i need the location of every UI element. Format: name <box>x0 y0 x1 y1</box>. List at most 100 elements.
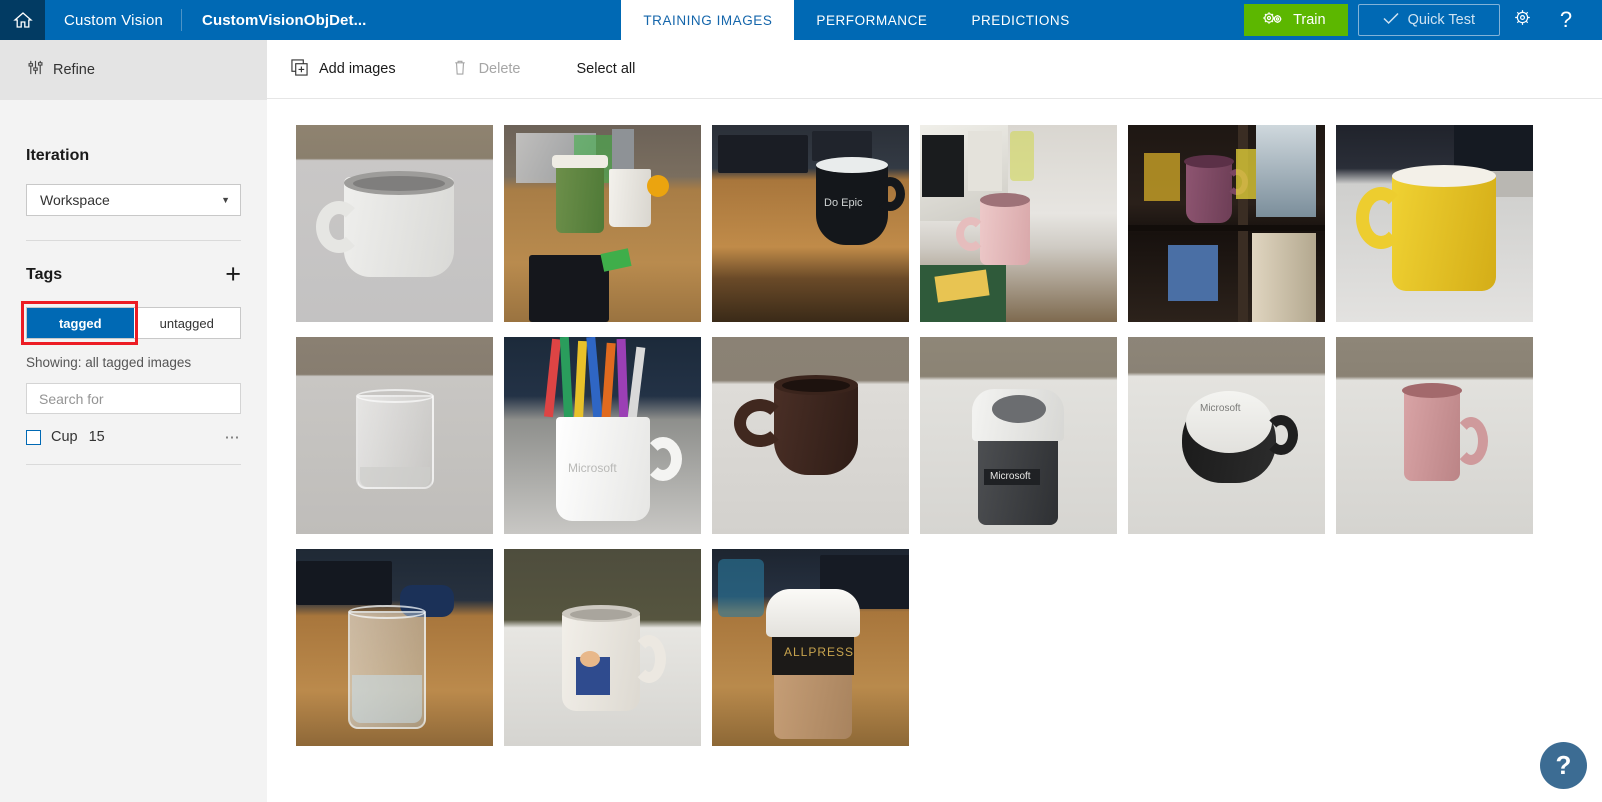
image-tile[interactable] <box>296 337 493 534</box>
yellow-bottle <box>1010 131 1034 181</box>
tag-search-input[interactable] <box>39 390 228 407</box>
image-tile[interactable] <box>1128 125 1325 322</box>
image-tile[interactable] <box>920 125 1117 322</box>
toggle-option-tagged[interactable]: tagged <box>27 308 134 338</box>
brown-mug <box>774 383 858 475</box>
mug-handle <box>1356 187 1406 249</box>
toy-figure <box>1144 153 1180 201</box>
chevron-down-icon: ▼ <box>221 195 230 205</box>
tag-search-box[interactable] <box>26 383 241 414</box>
mug-inner <box>570 609 632 620</box>
pencil <box>616 338 629 422</box>
image-tile[interactable]: Microsoft <box>504 337 701 534</box>
image-tile[interactable] <box>712 337 909 534</box>
trash-icon <box>452 59 468 80</box>
settings-button[interactable] <box>1500 0 1544 40</box>
toggle-option-untagged-label: untagged <box>159 315 214 331</box>
cartoon-head <box>580 651 600 667</box>
images-toolbar: Add images Delete Select all <box>267 40 1602 99</box>
mug-inner <box>782 379 850 392</box>
project-name-link[interactable]: CustomVisionObjDet... <box>182 0 386 40</box>
shelf-edge <box>1128 225 1325 231</box>
quick-test-button[interactable]: Quick Test <box>1357 4 1500 36</box>
main-content: Add images Delete Select all Do Epic Mic… <box>267 40 1602 802</box>
brand-link[interactable]: Custom Vision <box>45 0 181 40</box>
mug-handle <box>632 635 666 683</box>
toggle-option-untagged[interactable]: untagged <box>134 308 241 338</box>
mug-rim <box>816 157 888 173</box>
refine-header[interactable]: Refine <box>0 40 267 100</box>
home-button[interactable] <box>0 0 45 40</box>
tag-count-label: 15 <box>88 429 105 445</box>
image-tile[interactable] <box>296 125 493 322</box>
mug-logo-text: Microsoft <box>568 461 617 475</box>
tag-list-item-cup[interactable]: Cup 15 ⋯ <box>26 419 241 455</box>
top-bar-actions: Train Quick Test qu <box>1244 0 1602 40</box>
glass-rim <box>356 389 434 403</box>
top-navigation-bar: Custom Vision CustomVisionObjDet... TRAI… <box>0 0 1602 40</box>
select-all-label: Select all <box>576 61 636 77</box>
tab-predictions-label: PREDICTIONS <box>971 12 1070 28</box>
brand-label: Custom Vision <box>64 11 164 29</box>
tab-predictions[interactable]: PREDICTIONS <box>949 0 1091 40</box>
pencil <box>601 342 616 422</box>
books-bottom <box>1252 233 1316 322</box>
mug-rim <box>980 193 1030 207</box>
image-tile[interactable]: Microsoft <box>1128 337 1325 534</box>
cup-lid <box>552 155 608 168</box>
gears-icon <box>1262 10 1284 30</box>
mug-handle <box>956 217 986 251</box>
add-images-label: Add images <box>319 61 396 77</box>
image-tile[interactable]: Do Epic <box>712 125 909 322</box>
tab-training-images-label: TRAINING IMAGES <box>643 12 773 28</box>
sidebar-divider <box>26 240 241 241</box>
image-tile[interactable] <box>504 549 701 746</box>
keyboard <box>718 135 808 173</box>
add-tag-button[interactable]: + <box>225 261 241 288</box>
mug-handle <box>875 177 905 211</box>
help-button[interactable]: question-mark-icon ? <box>1544 0 1588 40</box>
tags-header: Tags + <box>26 261 241 288</box>
water <box>352 675 422 723</box>
image-tile[interactable]: ALLPRESS <box>712 549 909 746</box>
toggle-option-tagged-label: tagged <box>58 315 102 331</box>
cup-handle <box>1264 415 1298 455</box>
left-sidebar: Refine Iteration Workspace ▼ Tags + tagg… <box>0 40 267 802</box>
home-icon <box>12 10 33 30</box>
ellipsis-icon[interactable]: ⋯ <box>225 428 242 446</box>
image-tile[interactable] <box>1336 337 1533 534</box>
help-glyph: ? <box>1559 7 1573 32</box>
help-fab-button[interactable]: ? <box>1540 742 1587 789</box>
mug-handle <box>1454 417 1488 465</box>
image-tile[interactable] <box>1336 125 1533 322</box>
image-tile[interactable] <box>296 549 493 746</box>
tag-checkbox[interactable] <box>26 429 41 445</box>
select-all-button[interactable]: Select all <box>577 61 636 77</box>
cup-brand-text: ALLPRESS <box>784 645 855 659</box>
tag-filter-toggle: tagged untagged <box>26 307 241 339</box>
add-image-icon <box>291 58 308 80</box>
cup-interior <box>1186 391 1272 453</box>
showing-status-text: Showing: all tagged images <box>26 355 192 370</box>
tab-performance[interactable]: PERFORMANCE <box>794 0 949 40</box>
tab-training-images[interactable]: TRAINING IMAGES <box>621 0 795 40</box>
glass-rim <box>348 605 426 619</box>
delete-button: Delete <box>452 59 521 80</box>
sliders-icon <box>27 59 44 81</box>
glass-base <box>360 467 430 487</box>
image-tile[interactable]: Microsoft <box>920 337 1117 534</box>
pencil <box>559 337 574 422</box>
tab-performance-label: PERFORMANCE <box>816 12 928 28</box>
books-top <box>1256 125 1316 217</box>
image-tile[interactable] <box>504 125 701 322</box>
keyboard <box>296 561 392 605</box>
train-button[interactable]: Train <box>1244 4 1348 36</box>
pencil <box>573 340 588 422</box>
pencil <box>586 337 603 424</box>
white-mug <box>609 169 651 227</box>
iteration-title: Iteration <box>26 147 90 164</box>
iteration-select[interactable]: Workspace ▼ <box>26 184 241 216</box>
microwave-window <box>922 135 964 197</box>
tab-bar: TRAINING IMAGES PERFORMANCE PREDICTIONS <box>621 0 1091 40</box>
add-images-button[interactable]: Add images <box>291 58 396 80</box>
